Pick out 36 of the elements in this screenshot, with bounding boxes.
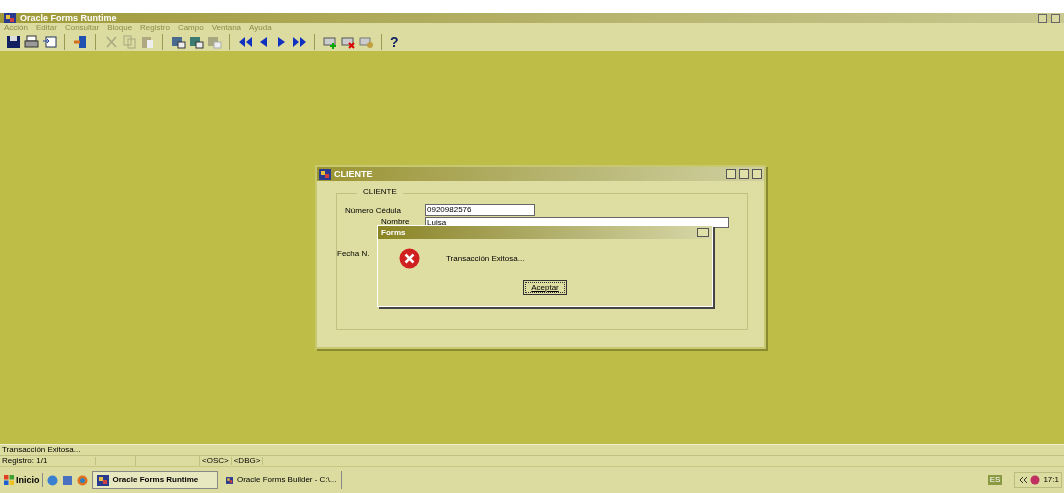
minimize-button[interactable] [726, 169, 736, 179]
dialog-title: Forms [381, 228, 406, 237]
clock: 17:1 [1043, 476, 1059, 484]
field-label: Nombre [381, 217, 410, 227]
windows-logo-icon [4, 475, 14, 485]
id-number-field[interactable]: 0920982576 [425, 204, 535, 216]
accept-button[interactable]: Aceptar [523, 280, 567, 295]
maximize-button[interactable] [739, 169, 749, 179]
taskbar-task[interactable]: Oracle Forms Runtime [91, 471, 218, 489]
app-icon [4, 12, 16, 24]
document-icon[interactable] [40, 33, 58, 51]
language-indicator[interactable]: ES [987, 475, 1003, 485]
taskbar-task[interactable]: Oracle Forms Builder - C:\... [221, 471, 342, 489]
close-button[interactable] [752, 169, 762, 179]
app-icon [225, 474, 233, 486]
close-button[interactable] [697, 228, 709, 237]
help-button[interactable]: ? [388, 35, 401, 49]
debug-indicator: <DBG> [231, 457, 264, 465]
osc-indicator: <OSC> [200, 457, 232, 465]
record-indicator: Registro: 1/1 [0, 457, 96, 465]
client-window-title: CLIENTE [334, 169, 373, 179]
app-icon [96, 474, 109, 486]
save-icon[interactable] [4, 33, 22, 51]
printer-icon[interactable] [22, 33, 40, 51]
minimize-button[interactable] [1038, 13, 1047, 23]
error-icon [399, 248, 420, 269]
app-icon [319, 168, 331, 180]
status-message: Transacción Exitosa... [2, 446, 81, 454]
exit-door-icon[interactable] [71, 33, 89, 51]
start-button[interactable]: Inicio [2, 473, 43, 487]
field-label: Fecha N. [337, 249, 370, 259]
dialog-message: Transacción Exitosa... [446, 254, 525, 264]
field-label: Número Cédula [345, 206, 402, 216]
restore-button[interactable] [1051, 13, 1060, 23]
chevron-left-icon[interactable] [1019, 477, 1028, 483]
window-title: Oracle Forms Runtime [20, 13, 117, 23]
